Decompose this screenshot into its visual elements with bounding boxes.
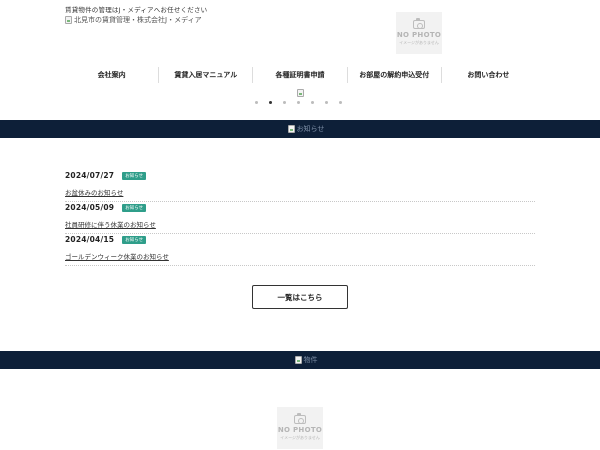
news-title-link[interactable]: 社員研修に伴う休業のお知らせ [65,219,156,229]
slider-image [297,89,304,97]
news-date: 2024/04/15 [65,235,115,244]
slider-dot[interactable] [311,101,314,104]
property-banner-alt: 物件 [303,356,318,364]
news-item: 2024/07/27 お知らせ お盆休みのお知らせ [65,170,535,202]
main-nav: 会社案内 賃貸入居マニュアル 各種証明書申請 お部屋の解約申込受付 お問い合わせ [65,67,535,83]
property-banner-image: 物件 [294,355,318,365]
news-item: 2024/04/15 お知らせ ゴールデンウィーク休業のお知らせ [65,234,535,266]
broken-image-icon [65,16,72,24]
site-logo-link[interactable]: 北見市の賃貸管理・株式会社J・メディア [65,15,202,25]
news-list: 2024/07/27 お知らせ お盆休みのお知らせ 2024/05/09 お知ら… [65,170,535,266]
broken-image-icon [294,356,302,364]
news-date: 2024/05/09 [65,203,115,212]
slider-dot[interactable] [325,101,328,104]
slider-dots [255,101,342,104]
news-banner-image: お知らせ [287,124,325,134]
no-photo-subtitle: イメージがありません [399,40,439,45]
nav-item-certificates[interactable]: 各種証明書申請 [252,67,346,83]
camera-icon [294,412,306,424]
header-no-photo-image: NO PHOTO イメージがありません [396,12,442,54]
slider-dot[interactable] [255,101,258,104]
nav-item-contact[interactable]: お問い合わせ [440,67,535,83]
news-title-link[interactable]: ゴールデンウィーク休業のお知らせ [65,251,169,261]
news-title-link[interactable]: お盆休みのお知らせ [65,187,123,197]
slider-dot[interactable] [339,101,342,104]
news-category-badge: お知らせ [122,171,147,180]
no-photo-title: NO PHOTO [396,31,442,39]
nav-item-cancellation[interactable]: お部屋の解約申込受付 [346,67,441,83]
no-photo-subtitle: イメージがありません [280,435,320,440]
property-banner: 物件 [0,351,600,369]
slider-dot[interactable] [269,101,272,104]
camera-icon [413,17,425,29]
news-banner: お知らせ [0,120,600,138]
nav-item-company[interactable]: 会社案内 [65,67,158,83]
header-tagline: 賃貸物件の管理はJ・メディアへお任せください [65,6,208,14]
news-more-button[interactable]: 一覧はこちら [252,285,348,309]
logo-alt-text: 北見市の賃貸管理・株式会社J・メディア [74,16,202,24]
news-item: 2024/05/09 お知らせ 社員研修に伴う休業のお知らせ [65,202,535,234]
nav-item-tenant-manual[interactable]: 賃貸入居マニュアル [158,67,252,83]
news-date: 2024/07/27 [65,171,115,180]
slider-dot[interactable] [283,101,286,104]
no-photo-title: NO PHOTO [277,426,323,434]
broken-image-icon [287,125,295,133]
news-banner-alt: お知らせ [296,125,325,133]
property-no-photo-image: NO PHOTO イメージがありません [277,407,323,449]
news-category-badge: お知らせ [122,203,147,212]
news-category-badge: お知らせ [122,235,147,244]
slider-dot[interactable] [297,101,300,104]
